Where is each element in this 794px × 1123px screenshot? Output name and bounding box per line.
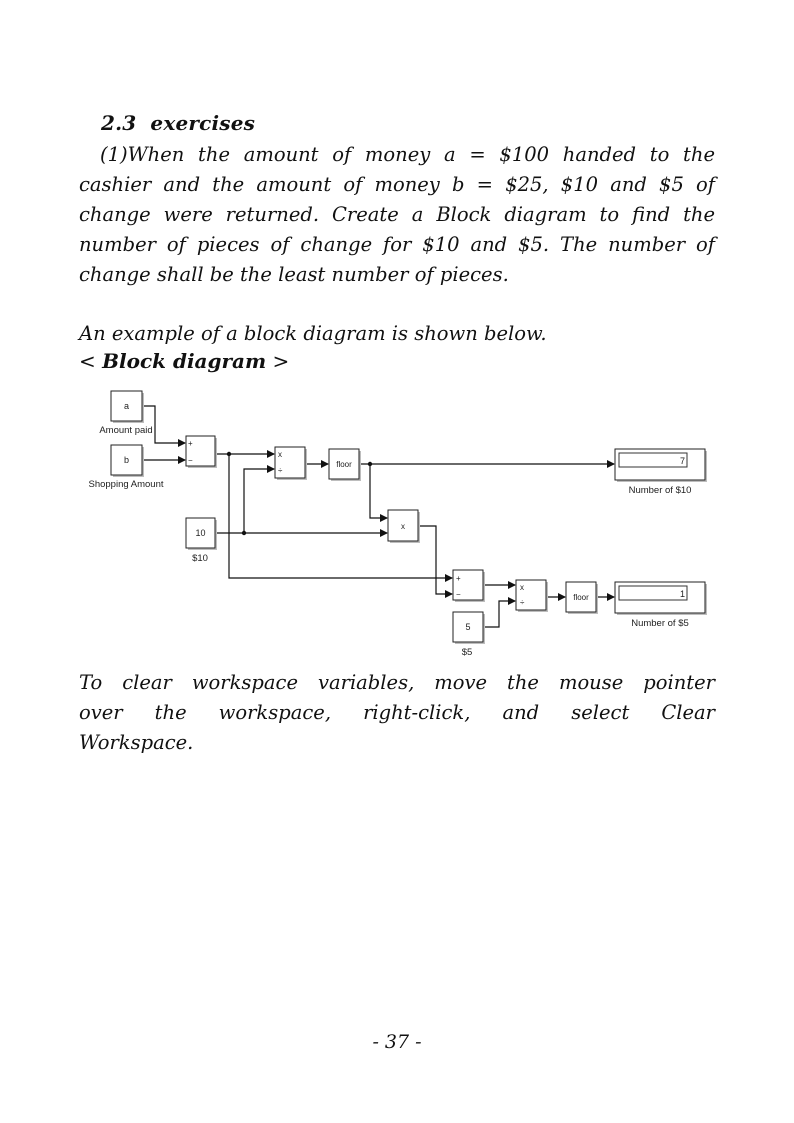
page-number: - 37 - (372, 1031, 422, 1053)
display-value: 1 (680, 589, 685, 599)
port-sign: x (520, 583, 524, 592)
block-label: Amount paid (99, 425, 152, 436)
port-sign: ÷ (278, 466, 283, 475)
wire-product-to-sum2 (418, 525, 453, 598)
port-sign: x (278, 450, 282, 459)
display-value: 7 (680, 456, 685, 466)
block-label: Number of $10 (629, 485, 692, 496)
block-label: $10 (192, 553, 208, 564)
block-label: $5 (462, 647, 473, 658)
floor-block-1: floor (328, 448, 361, 481)
note-line: Workspace. (79, 731, 194, 754)
product-block: x (387, 509, 420, 543)
block-text: 5 (465, 622, 470, 632)
wire-5-to-divide2 (483, 597, 516, 628)
floor-block-2: floor (565, 581, 598, 614)
junction-dot (226, 451, 232, 457)
constant-block-a: a Amount paid (99, 390, 153, 436)
port-sign: ÷ (520, 598, 525, 607)
note-line: To clear workspace variables, move the m… (79, 671, 715, 694)
port-sign: + (456, 574, 461, 583)
constant-block-10: 10 $10 (185, 517, 217, 564)
note-paragraph: To clear workspace variables, move the m… (79, 668, 715, 758)
constant-block-5: 5 $5 (452, 611, 485, 658)
display-block-10: 7 Number of $10 (614, 448, 707, 496)
junction-dot (241, 530, 247, 536)
port-sign: − (188, 456, 193, 465)
wire-10-to-divide1 (243, 465, 275, 533)
block-label: Number of $5 (631, 618, 689, 629)
block-text: floor (573, 593, 589, 602)
constant-block-b: b Shopping Amount (88, 444, 164, 490)
sum-block-1: + − (185, 435, 217, 468)
block-text: floor (336, 460, 352, 469)
port-sign: + (188, 439, 193, 448)
block-diagram: a Amount paid b Shopping Amount + − x ÷ (88, 390, 707, 658)
divide-block-2: x ÷ (515, 579, 548, 612)
note-line: over the workspace, right-click, and sel… (79, 701, 715, 724)
junction-dot (367, 461, 373, 467)
sum-block-2: + − (452, 569, 485, 602)
display-block-5: 1 Number of $5 (614, 581, 707, 629)
divide-block-1: x ÷ (274, 446, 307, 480)
wire-floor1-to-product (369, 464, 388, 522)
block-text: b (124, 455, 129, 465)
block-label: Shopping Amount (88, 479, 163, 490)
document-page: 2.3 exercises (1)When the amount of money… (0, 0, 794, 1123)
port-sign: − (456, 590, 461, 599)
block-text: 10 (195, 528, 205, 538)
block-text: x (401, 522, 405, 531)
block-text: a (124, 401, 129, 411)
